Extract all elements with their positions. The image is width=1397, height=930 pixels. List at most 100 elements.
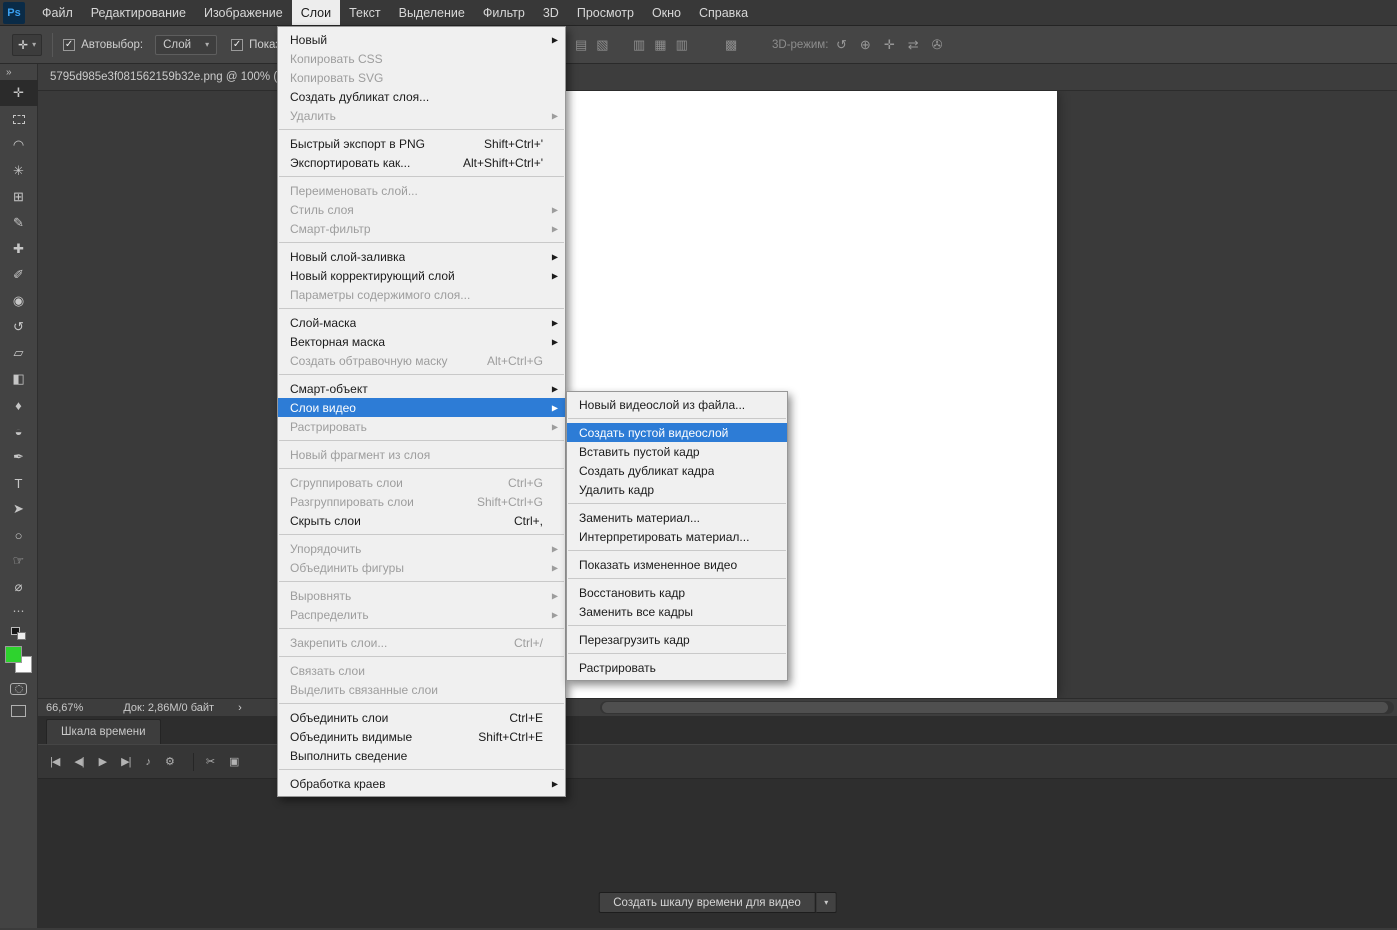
menu-item-duplicate-layer[interactable]: Создать дубликат слоя... — [278, 87, 565, 106]
edit-toolbar-icon[interactable]: ⋯ — [13, 604, 25, 622]
menu-item-insert-blank-frame[interactable]: Вставить пустой кадр — [567, 442, 787, 461]
menu-item-show-altered-video[interactable]: Показать измененное видео — [567, 555, 787, 574]
document-tab[interactable]: 5795d985e3f081562159b32e.png @ 100% (R — [38, 71, 298, 83]
menu-item-vector-mask[interactable]: Векторная маска ▶ — [278, 332, 565, 351]
settings-gear-icon[interactable]: ⚙ — [165, 755, 175, 768]
submenu-arrow-icon: ▶ — [551, 544, 558, 553]
type-tool-button[interactable]: T — [0, 470, 38, 496]
menu-item-restore-frame[interactable]: Восстановить кадр — [567, 583, 787, 602]
eyedropper-tool-button[interactable]: ✎ — [0, 210, 38, 236]
align-horizontal-centers-icon[interactable]: ▦ — [654, 37, 666, 53]
default-colors-icon[interactable] — [11, 627, 26, 640]
roll-3d-icon[interactable]: ⊕ — [860, 37, 871, 53]
menubar-item-6[interactable]: Фильтр — [474, 0, 534, 25]
timeline-type-dropdown[interactable]: ▾ — [815, 892, 837, 913]
menu-item-hide-layers[interactable]: Скрыть слои Ctrl+, — [278, 511, 565, 530]
autoselect-target-select[interactable]: Слой ▾ — [155, 34, 218, 55]
menu-item-replace-footage[interactable]: Заменить материал... — [567, 508, 787, 527]
align-vertical-centers-icon[interactable]: ▧ — [596, 37, 608, 53]
tab-timeline[interactable]: Шкала времени — [46, 719, 161, 744]
lasso-tool-button[interactable]: ◠ — [0, 132, 38, 158]
menu-item-video-layers[interactable]: Слои видео ▶ — [278, 398, 565, 417]
menu-item-export-as[interactable]: Экспортировать как... Alt+Shift+Ctrl+' — [278, 153, 565, 172]
camera-3d-icon[interactable]: ✇ — [932, 37, 943, 53]
orbit-3d-icon[interactable]: ↺ — [836, 37, 847, 53]
hand-tool-button[interactable]: ☞ — [0, 548, 38, 574]
gradient-tool-button[interactable]: ◧ — [0, 366, 38, 392]
align-left-edges-icon[interactable]: ▥ — [633, 37, 645, 53]
next-frame-icon[interactable]: ▶| — [121, 755, 131, 768]
menubar-item-2[interactable]: Изображение — [195, 0, 292, 25]
quick-selection-tool-button[interactable]: ✳ — [0, 158, 38, 184]
align-top-edges-icon[interactable]: ▤ — [575, 37, 587, 53]
zoom-level[interactable]: 66,67% — [46, 702, 83, 714]
menubar-item-4[interactable]: Текст — [340, 0, 389, 25]
menu-item-new-fill-layer[interactable]: Новый слой-заливка ▶ — [278, 247, 565, 266]
collapse-panels-icon[interactable]: » — [0, 64, 12, 80]
create-video-timeline-button[interactable]: Создать шкалу времени для видео — [598, 892, 816, 913]
screen-mode-icon[interactable] — [11, 705, 26, 717]
menu-item-new-adjustment-layer[interactable]: Новый корректирующий слой ▶ — [278, 266, 565, 285]
pen-tool-button[interactable]: ✒ — [0, 444, 38, 470]
menubar-item-9[interactable]: Окно — [643, 0, 690, 25]
autoselect-option[interactable]: ✓ Автовыбор: — [63, 38, 144, 51]
dodge-tool-button[interactable]: ◒ — [0, 418, 38, 444]
menu-item-flatten-image[interactable]: Выполнить сведение — [278, 746, 565, 765]
menubar-item-1[interactable]: Редактирование — [82, 0, 195, 25]
show-transform-controls-option[interactable]: ✓ Показ — [231, 38, 281, 51]
ellipse-tool-button[interactable]: ○ — [0, 522, 38, 548]
menubar-item-0[interactable]: Файл — [33, 0, 82, 25]
menu-item-interpret-footage[interactable]: Интерпретировать материал... — [567, 527, 787, 546]
move-tool-button[interactable]: ✛ — [0, 80, 38, 106]
slide-3d-icon[interactable]: ⇄ — [908, 37, 919, 53]
horizontal-scrollbar[interactable] — [600, 701, 1394, 714]
eraser-tool-button[interactable]: ▱ — [0, 340, 38, 366]
menu-item-new-video-layer-from-file[interactable]: Новый видеослой из файла... — [567, 395, 787, 414]
menu-item-smart-object[interactable]: Смарт-объект ▶ — [278, 379, 565, 398]
menu-item-replace-all-frames[interactable]: Заменить все кадры — [567, 602, 787, 621]
history-brush-tool-button[interactable]: ↺ — [0, 314, 38, 340]
menu-item-layer-mask[interactable]: Слой-маска ▶ — [278, 313, 565, 332]
healing-brush-tool-button[interactable]: ✚ — [0, 236, 38, 262]
quick-mask-icon[interactable] — [10, 683, 27, 695]
path-selection-tool-button[interactable]: ➤ — [0, 496, 38, 522]
menu-item-new-blank-video-layer[interactable]: Создать пустой видеослой — [567, 423, 787, 442]
menubar-item-3[interactable]: Слои — [291, 0, 341, 25]
menubar-item-7[interactable]: 3D — [534, 0, 568, 25]
audio-icon[interactable]: ♪ — [145, 756, 150, 768]
pan-3d-icon[interactable]: ✛ — [884, 37, 895, 53]
menubar-item-8[interactable]: Просмотр — [568, 0, 643, 25]
horizontal-scrollbar-thumb[interactable] — [602, 702, 1388, 713]
menu-item-delete-frame[interactable]: Удалить кадр — [567, 480, 787, 499]
first-frame-icon[interactable]: |◀ — [50, 755, 60, 768]
autoselect-label: Автовыбор: — [81, 38, 144, 51]
status-menu-arrow-icon[interactable]: › — [238, 702, 242, 714]
play-icon[interactable]: ▶ — [99, 755, 108, 768]
menu-item-merge-layers[interactable]: Объединить слои Ctrl+E — [278, 708, 565, 727]
menu-item-rasterize-video[interactable]: Растрировать — [567, 658, 787, 677]
menubar-item-5[interactable]: Выделение — [390, 0, 474, 25]
menu-item-duplicate-frame[interactable]: Создать дубликат кадра — [567, 461, 787, 480]
zoom-tool-button[interactable]: ⌀ — [0, 574, 38, 600]
autoselect-checkbox[interactable]: ✓ — [63, 38, 76, 51]
align-right-edges-icon[interactable]: ▥ — [676, 37, 688, 53]
menu-item-quick-export-png[interactable]: Быстрый экспорт в PNG Shift+Ctrl+' — [278, 134, 565, 153]
menu-item-reload-frame[interactable]: Перезагрузить кадр — [567, 630, 787, 649]
show-transform-checkbox[interactable]: ✓ — [231, 38, 244, 51]
tool-preset-button[interactable]: ✛ ▾ — [12, 33, 43, 56]
brush-tool-button[interactable]: ✐ — [0, 262, 38, 288]
menu-item-merge-visible[interactable]: Объединить видимые Shift+Ctrl+E — [278, 727, 565, 746]
distribute-icon[interactable]: ▩ — [725, 37, 737, 53]
menu-item-new[interactable]: Новый ▶ — [278, 30, 565, 49]
menu-item-matting[interactable]: Обработка краев ▶ — [278, 774, 565, 793]
previous-frame-icon[interactable]: ◀| — [74, 755, 84, 768]
menubar-item-10[interactable]: Справка — [690, 0, 757, 25]
clone-stamp-tool-button[interactable]: ◉ — [0, 288, 38, 314]
crop-tool-button[interactable]: ⊞ — [0, 184, 38, 210]
rectangular-marquee-tool-button[interactable] — [0, 106, 38, 132]
transition-icon[interactable]: ▣ — [229, 755, 239, 768]
blur-tool-button[interactable]: ♦ — [0, 392, 38, 418]
foreground-color-swatch[interactable] — [5, 646, 22, 663]
split-clip-icon[interactable]: ✂ — [206, 755, 215, 768]
type-tool-icon: T — [14, 475, 23, 491]
